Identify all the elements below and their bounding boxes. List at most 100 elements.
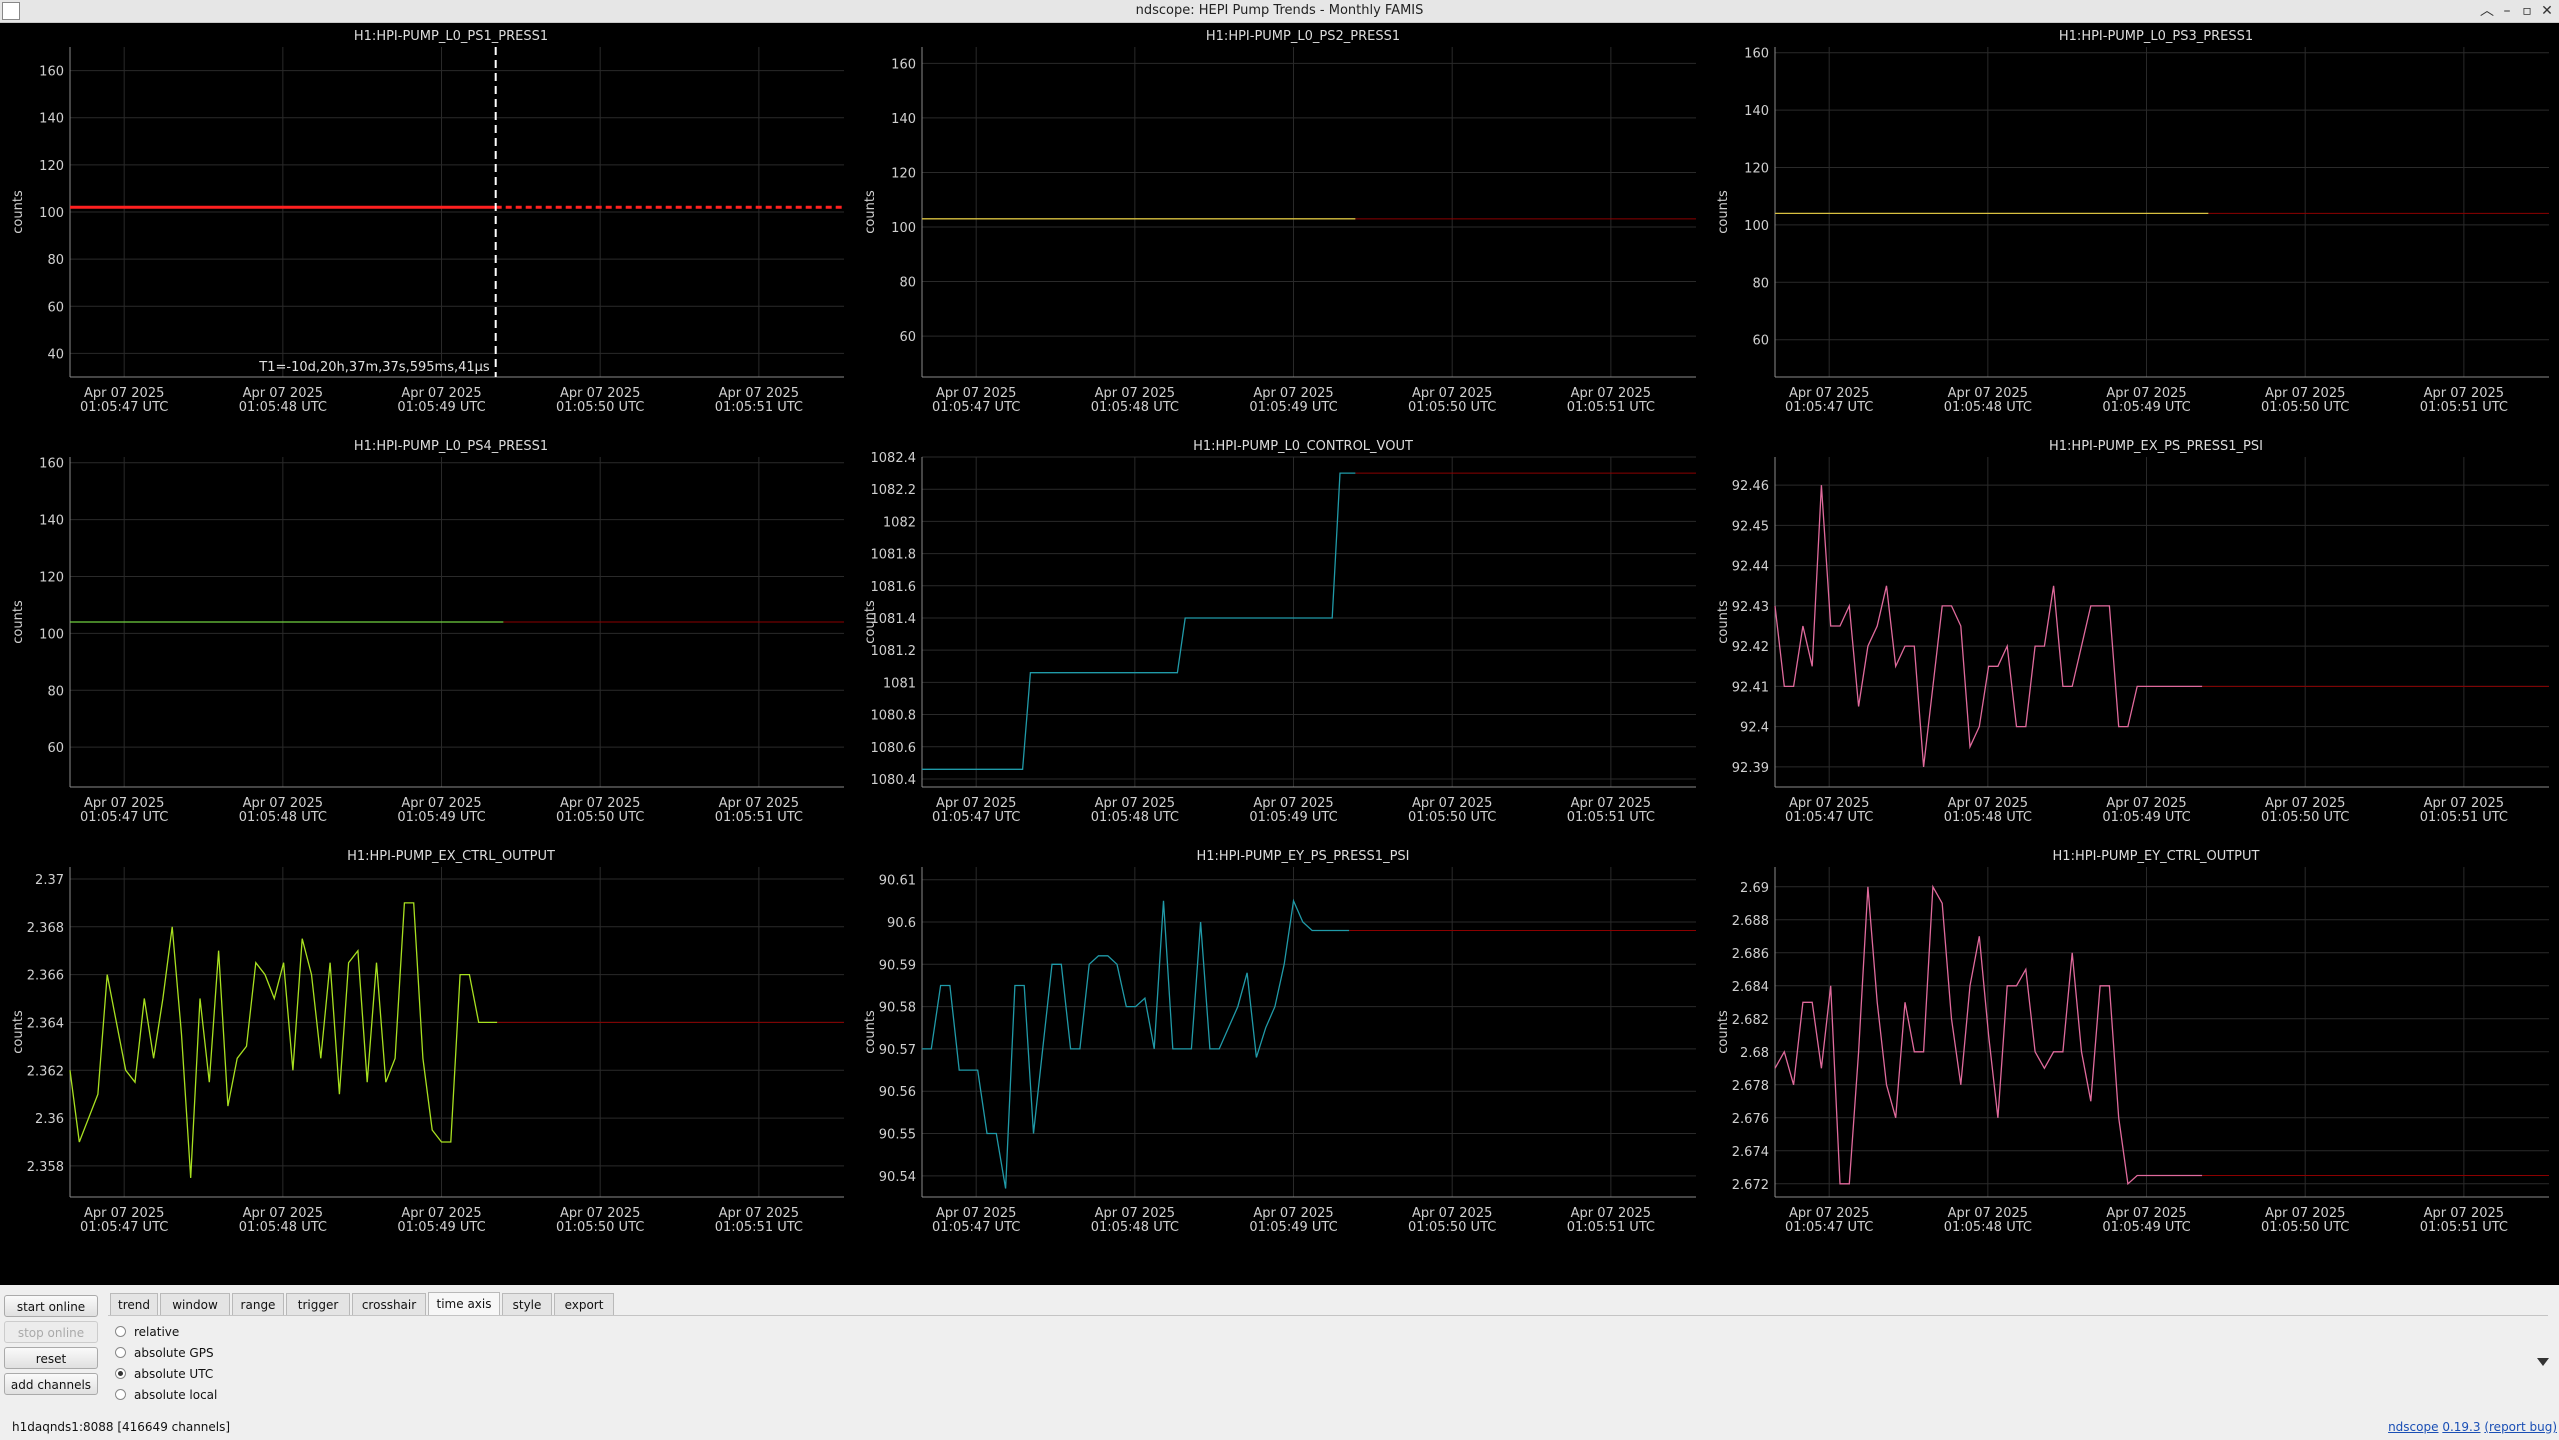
ndscope-link[interactable]: ndscope <box>2388 1420 2438 1434</box>
y-tick-label: 140 <box>39 112 64 127</box>
plot-canvas[interactable]: Apr 07 202501:05:47 UTCApr 07 202501:05:… <box>1705 843 2557 1253</box>
plot-grid[interactable]: H1:HPI-PUMP_L0_PS1_PRESS1 Apr 07 2025 01:0… <box>0 23 2559 1285</box>
x-tick-label: 01:05:50 UTC <box>2261 400 2349 415</box>
maximize-button[interactable]: ▫ <box>2517 1 2537 21</box>
tab-window[interactable]: window <box>160 1293 230 1315</box>
reset-button[interactable]: reset <box>4 1347 98 1369</box>
x-tick-label: 01:05:48 UTC <box>239 810 327 825</box>
y-tick-label: 1080.6 <box>871 741 917 756</box>
plot-canvas[interactable]: Apr 07 202501:05:47 UTCApr 07 202501:05:… <box>1705 23 2557 433</box>
plot-panel[interactable]: H1:HPI-PUMP_L0_PS1_PRESS1 Apr 07 2025 01:0… <box>0 23 852 433</box>
y-tick-label: 2.37 <box>35 873 64 888</box>
x-tick-label: 01:05:49 UTC <box>397 1220 485 1235</box>
version-link[interactable]: 0.19.3 <box>2442 1420 2480 1434</box>
x-tick-label: Apr 07 2025 <box>84 386 164 401</box>
tab-trigger[interactable]: trigger <box>286 1293 350 1315</box>
x-tick-label: Apr 07 2025 <box>243 386 323 401</box>
y-tick-label: 60 <box>47 300 64 315</box>
plot-canvas[interactable]: Apr 07 202501:05:47 UTCApr 07 202501:05:… <box>852 433 1704 843</box>
stop-online-button[interactable]: stop online <box>4 1321 98 1343</box>
x-tick-label: Apr 07 2025 <box>1571 1206 1651 1221</box>
tab-trend[interactable]: trend <box>110 1293 158 1315</box>
x-tick-label: 01:05:48 UTC <box>1091 810 1179 825</box>
x-tick-label: Apr 07 2025 <box>2424 796 2504 811</box>
close-button[interactable]: ✕ <box>2537 1 2557 21</box>
x-tick-label: 01:05:48 UTC <box>239 1220 327 1235</box>
radio-absolute-local[interactable]: absolute local <box>115 1387 217 1403</box>
x-tick-label: Apr 07 2025 <box>1789 386 1869 401</box>
y-tick-label: 90.58 <box>879 1001 916 1016</box>
x-tick-label: 01:05:49 UTC <box>1249 400 1337 415</box>
plot-canvas[interactable]: Apr 07 202501:05:47 UTCApr 07 202501:05:… <box>0 433 852 843</box>
radio-absolute-gps[interactable]: absolute GPS <box>115 1345 214 1361</box>
plot-canvas[interactable]: Apr 07 202501:05:47 UTCApr 07 202501:05:… <box>1705 433 2557 843</box>
y-tick-label: 140 <box>1744 104 1769 119</box>
x-tick-label: 01:05:48 UTC <box>239 400 327 415</box>
plot-panel[interactable]: H1:HPI-PUMP_L0_PS4_PRESS1 Apr 07 2025 01:0… <box>0 433 852 843</box>
minimize-button[interactable]: – <box>2497 1 2517 21</box>
y-tick-label: 90.56 <box>879 1085 916 1100</box>
plot-panel[interactable]: H1:HPI-PUMP_L0_PS2_PRESS1 Apr 07 2025 01:0… <box>852 23 1704 433</box>
radio-label: absolute GPS <box>134 1346 214 1360</box>
x-tick-label: 01:05:47 UTC <box>1785 1220 1873 1235</box>
chevron-up-icon[interactable]: ︿ <box>2477 1 2497 21</box>
x-tick-label: Apr 07 2025 <box>2424 386 2504 401</box>
radio-absolute-utc[interactable]: absolute UTC <box>115 1366 213 1382</box>
radio-label: absolute local <box>134 1388 218 1402</box>
panel-toggle-arrow-icon[interactable] <box>2537 1358 2549 1366</box>
start-online-button[interactable]: start online <box>4 1295 98 1317</box>
y-tick-label: 92.44 <box>1732 560 1769 575</box>
x-tick-label: Apr 07 2025 <box>936 796 1016 811</box>
x-tick-label: Apr 07 2025 <box>1571 796 1651 811</box>
plot-panel[interactable]: H1:HPI-PUMP_EX_PS_PRESS1_PSI Apr 07 2025 0… <box>1705 433 2557 843</box>
plot-panel[interactable]: H1:HPI-PUMP_EY_PS_PRESS1_PSI Apr 07 2025 0… <box>852 843 1704 1253</box>
version-info: ndscope 0.19.3 (report bug) <box>2388 1420 2557 1434</box>
tab-range[interactable]: range <box>232 1293 284 1315</box>
plot-canvas[interactable]: Apr 07 202501:05:47 UTCApr 07 202501:05:… <box>852 843 1704 1253</box>
report-bug-link[interactable]: (report bug) <box>2484 1420 2557 1434</box>
y-tick-label: 120 <box>891 166 916 181</box>
y-axis-label: counts <box>1716 600 1731 644</box>
plot-panel[interactable]: H1:HPI-PUMP_EX_CTRL_OUTPUT Apr 07 2025 01:… <box>0 843 852 1253</box>
plot-canvas[interactable]: Apr 07 202501:05:47 UTCApr 07 202501:05:… <box>0 843 852 1253</box>
x-tick-label: Apr 07 2025 <box>936 386 1016 401</box>
x-tick-label: Apr 07 2025 <box>1253 796 1333 811</box>
y-tick-label: 92.39 <box>1732 761 1769 776</box>
y-tick-label: 100 <box>891 221 916 236</box>
y-tick-label: 100 <box>39 206 64 221</box>
radio-relative[interactable]: relative <box>115 1324 179 1340</box>
x-tick-label: 01:05:49 UTC <box>2102 810 2190 825</box>
add-channels-button[interactable]: add channels <box>4 1373 98 1395</box>
plot-canvas[interactable]: Apr 07 202501:05:47 UTCApr 07 202501:05:… <box>0 23 852 433</box>
x-tick-label: Apr 07 2025 <box>2265 1206 2345 1221</box>
y-tick-label: 40 <box>47 347 64 362</box>
y-tick-label: 92.41 <box>1732 680 1769 695</box>
radio-dot-selected[interactable] <box>115 1368 126 1379</box>
y-axis-label: counts <box>11 1010 26 1054</box>
tab-time-axis[interactable]: time axis <box>428 1292 500 1316</box>
x-tick-label: Apr 07 2025 <box>243 1206 323 1221</box>
plot-panel[interactable]: H1:HPI-PUMP_EY_CTRL_OUTPUT Apr 07 2025 01:… <box>1705 843 2557 1253</box>
status-bar: h1daqnds1:8088 [416649 channels] ndscope… <box>0 1414 2559 1440</box>
y-tick-label: 92.4 <box>1740 721 1769 736</box>
y-tick-label: 1081.8 <box>871 548 917 563</box>
radio-dot[interactable] <box>115 1347 126 1358</box>
y-tick-label: 1081.2 <box>871 644 917 659</box>
x-tick-label: 01:05:48 UTC <box>1944 810 2032 825</box>
tab-crosshair[interactable]: crosshair <box>352 1293 426 1315</box>
radio-dot[interactable] <box>115 1326 126 1337</box>
plot-canvas[interactable]: Apr 07 202501:05:47 UTCApr 07 202501:05:… <box>852 23 1704 433</box>
x-tick-label: 01:05:50 UTC <box>1408 400 1496 415</box>
radio-dot[interactable] <box>115 1389 126 1400</box>
y-tick-label: 1080.4 <box>871 773 917 788</box>
plot-panel[interactable]: H1:HPI-PUMP_L0_CONTROL_VOUT Apr 07 2025 01… <box>852 433 1704 843</box>
y-tick-label: 2.688 <box>1732 914 1769 929</box>
y-tick-label: 80 <box>899 276 916 291</box>
tab-export[interactable]: export <box>554 1293 614 1315</box>
x-tick-label: Apr 07 2025 <box>84 796 164 811</box>
y-tick-label: 92.45 <box>1732 519 1769 534</box>
y-axis-label: counts <box>863 600 878 644</box>
y-tick-label: 2.672 <box>1732 1178 1769 1193</box>
plot-panel[interactable]: H1:HPI-PUMP_L0_PS3_PRESS1 Apr 07 2025 01:0… <box>1705 23 2557 433</box>
tab-style[interactable]: style <box>502 1293 552 1315</box>
